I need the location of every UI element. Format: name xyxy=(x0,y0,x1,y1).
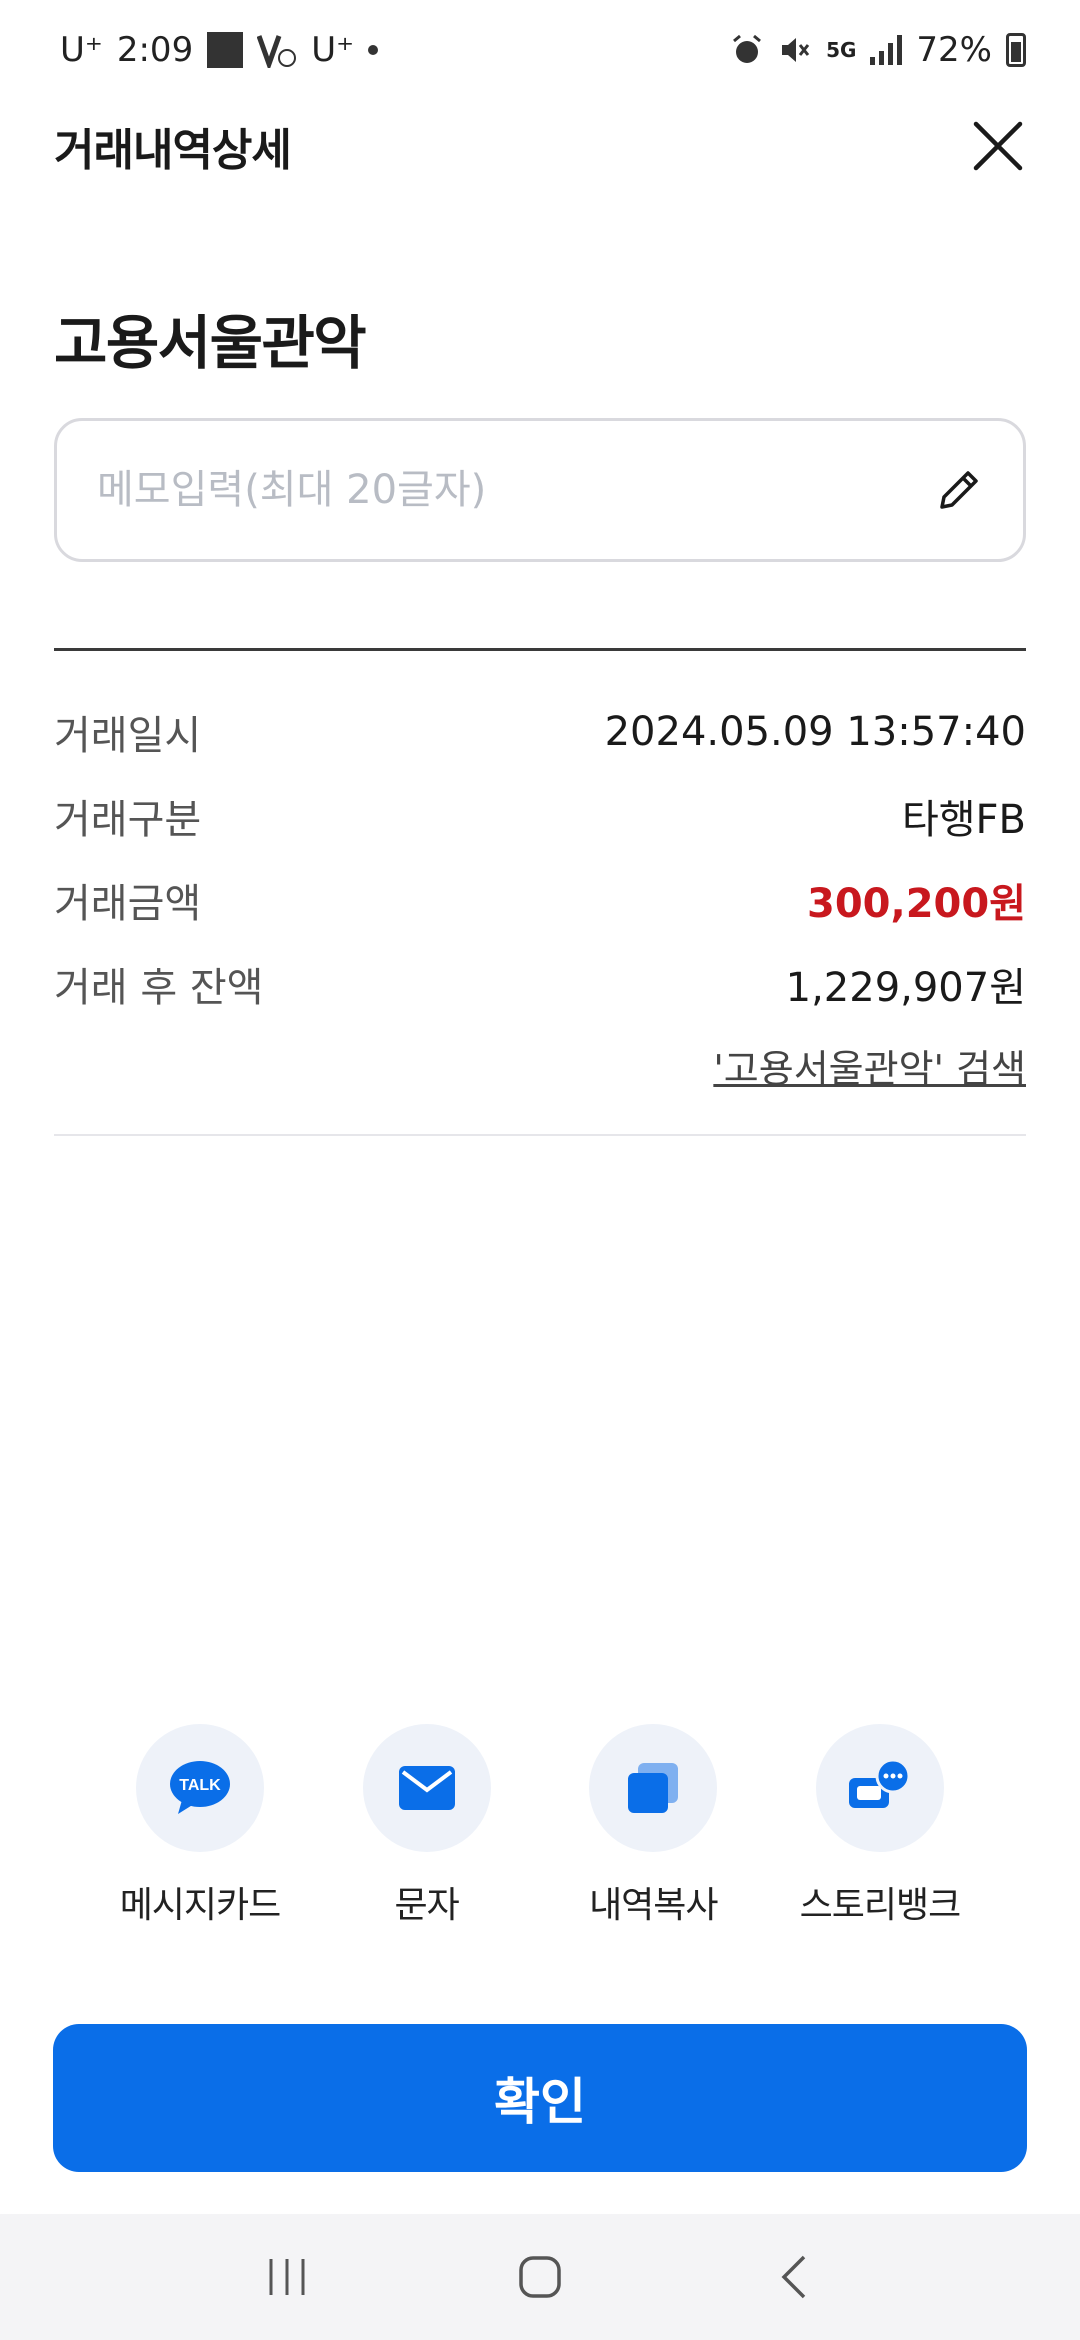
detail-row-balance: 거래 후 잔액 1,229,907원 xyxy=(54,942,1026,1026)
more-notifications-dot xyxy=(368,45,379,55)
memo-input[interactable] xyxy=(97,467,897,513)
mute-icon xyxy=(778,33,812,67)
page-title: 거래내역상세 xyxy=(54,125,292,176)
confirm-button[interactable]: 확인 xyxy=(53,2024,1027,2172)
close-button[interactable] xyxy=(968,116,1028,176)
carrier-label: U⁺ xyxy=(60,30,103,70)
message-card-button[interactable]: TALK 메시지카드 xyxy=(100,1724,300,1928)
signal-icon xyxy=(870,35,903,65)
battery-percent: 72% xyxy=(916,30,992,70)
close-icon xyxy=(973,121,1023,171)
back-button[interactable] xyxy=(753,2237,833,2317)
battery-icon xyxy=(1006,33,1026,67)
status-right: 5G 72% xyxy=(730,30,1026,70)
edit-memo-button[interactable] xyxy=(931,462,987,518)
transaction-details: 거래일시 2024.05.09 13:57:40 거래구분 타행FB 거래금액 … xyxy=(54,690,1026,1093)
detail-value: 2024.05.09 13:57:40 xyxy=(604,709,1026,755)
recent-apps-icon xyxy=(269,2259,305,2295)
pencil-icon xyxy=(940,471,978,509)
notification-icon xyxy=(207,32,244,68)
home-button[interactable] xyxy=(500,2237,580,2317)
share-actions: TALK 메시지카드 문자 내역복사 스토리뱅크 xyxy=(100,1724,980,1928)
action-label: 문자 xyxy=(394,1885,460,1926)
merchant-name: 고용서울관악 xyxy=(54,309,367,377)
action-circle xyxy=(815,1724,944,1852)
detail-label: 거래 후 잔액 xyxy=(54,965,264,1011)
home-icon xyxy=(519,2256,561,2298)
transaction-detail-screen: U⁺ 2:09 U⁺ 5G 72% 거래내역상세 고용서울관악 메모입력(최대 … xyxy=(0,0,1080,2340)
mail-icon xyxy=(398,1766,455,1810)
action-label: 메시지카드 xyxy=(119,1885,282,1926)
alarm-icon xyxy=(730,33,764,67)
action-circle: TALK xyxy=(136,1724,264,1852)
system-nav-bar xyxy=(0,2214,1080,2340)
detail-row-amount: 거래금액 300,200원 xyxy=(54,858,1026,942)
merchant-search-link[interactable]: '고용서울관악' 검색 xyxy=(54,1038,1026,1093)
detail-row-datetime: 거래일시 2024.05.09 13:57:40 xyxy=(54,690,1026,774)
recent-apps-button[interactable] xyxy=(247,2237,327,2317)
transaction-amount: 300,200원 xyxy=(807,881,1026,927)
detail-label: 거래금액 xyxy=(54,881,202,927)
kakaotalk-icon: TALK xyxy=(170,1761,230,1814)
header: 거래내역상세 xyxy=(0,100,1080,192)
copy-icon xyxy=(628,1763,679,1813)
action-label: 스토리뱅크 xyxy=(799,1885,962,1926)
back-icon xyxy=(781,2255,806,2299)
chat-bubbles-icon xyxy=(848,1760,911,1808)
detail-label: 거래구분 xyxy=(54,797,202,843)
detail-value: 타행FB xyxy=(901,797,1026,843)
action-circle xyxy=(589,1724,718,1852)
story-bank-button[interactable]: 스토리뱅크 xyxy=(780,1724,980,1928)
copy-history-button[interactable]: 내역복사 xyxy=(553,1724,753,1928)
details-divider xyxy=(54,1134,1026,1136)
status-left: U⁺ 2:09 U⁺ xyxy=(60,30,379,70)
action-label: 내역복사 xyxy=(589,1885,718,1926)
kakao-badge-text: TALK xyxy=(179,1777,221,1794)
detail-value: 1,229,907원 xyxy=(785,965,1026,1011)
memo-field[interactable] xyxy=(54,418,1026,562)
sms-button[interactable]: 문자 xyxy=(327,1724,527,1928)
detail-label: 거래일시 xyxy=(54,713,202,759)
carrier-label-2: U⁺ xyxy=(311,30,355,70)
section-divider xyxy=(54,648,1026,651)
status-bar: U⁺ 2:09 U⁺ 5G 72% xyxy=(0,0,1080,100)
clock: 2:09 xyxy=(116,30,194,70)
network-type: 5G xyxy=(826,38,857,62)
v3-notification-icon xyxy=(257,32,297,68)
action-circle xyxy=(362,1724,491,1852)
detail-row-type: 거래구분 타행FB xyxy=(54,774,1026,858)
